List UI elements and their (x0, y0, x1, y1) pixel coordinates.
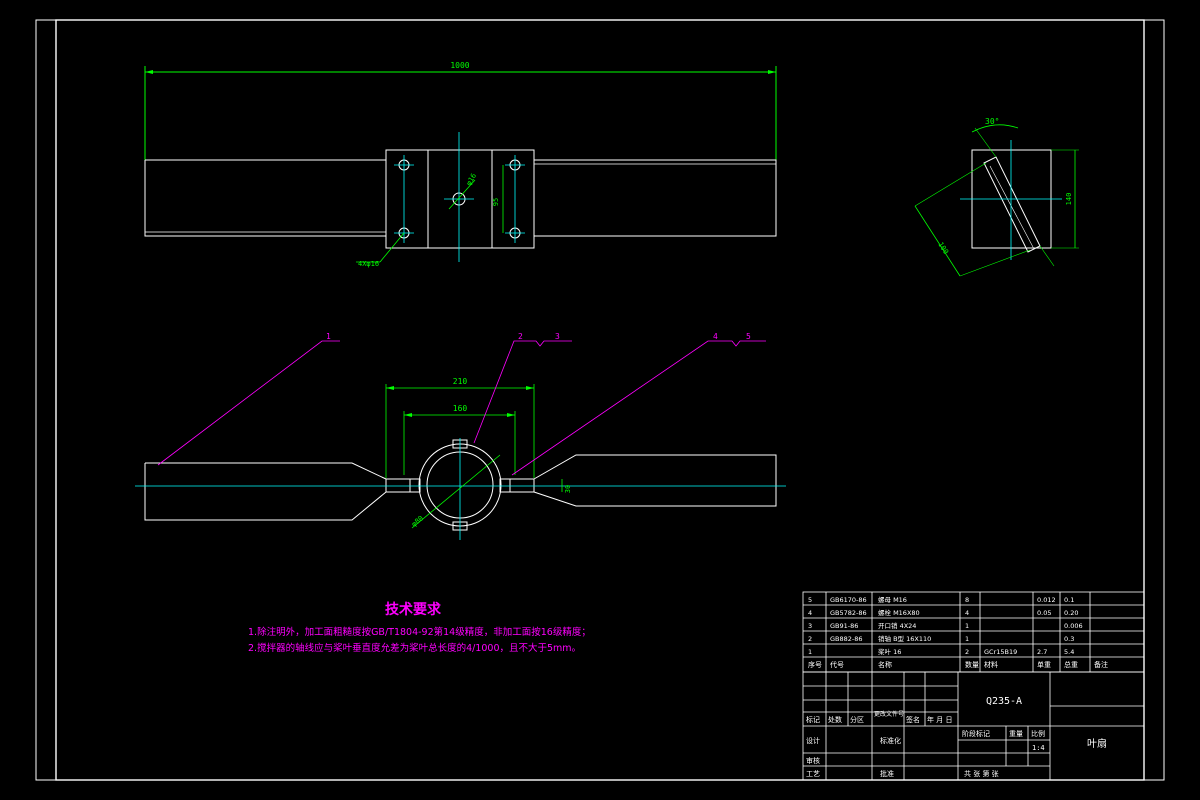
bom-cell-qty: 1 (965, 635, 969, 643)
notes-title: 技术要求 (385, 601, 442, 618)
label-design: 设计 (806, 736, 820, 745)
bom-header-qty: 数量 (965, 660, 979, 669)
sheet-count: 共 张 第 张 (964, 769, 999, 778)
dim-ring-diameter: φ80 (410, 514, 425, 528)
bom-cell-qty: 1 (965, 622, 969, 630)
bom-cell-total: 0.20 (1064, 609, 1078, 617)
dim-width-inner: 160 (453, 404, 468, 413)
dim-width-outer: 210 (453, 377, 468, 386)
row-label-mark: 标记 (806, 715, 820, 724)
bom-cell-material: GCr15B19 (984, 648, 1017, 656)
bom-cell-unit: 0.05 (1037, 609, 1051, 617)
bom-header-remark: 备注 (1094, 660, 1108, 669)
bom-cell-no: 5 (808, 596, 812, 604)
dim-hole-spacing: 95 (492, 198, 500, 206)
dim-overall-length: 1000 (450, 61, 469, 70)
bom-cell-no: 1 (808, 648, 812, 656)
row-label-count: 处数 (828, 715, 842, 724)
bom-cell-qty: 8 (965, 596, 969, 604)
technical-notes: 技术要求 1.除注明外，加工面粗糙度按GB/T1804-92第14级精度，非加工… (248, 601, 591, 654)
label-standard: 标准化 (880, 736, 901, 745)
bom-cell-code: GB5782-86 (830, 609, 867, 617)
balloon-5: 5 (746, 332, 751, 341)
bom-cell-total: 0.3 (1064, 635, 1074, 643)
front-view: 210 160 30 φ80 1 2 3 4 5 (135, 332, 786, 540)
title-block (802, 671, 1145, 781)
bom-header-code: 代号 (830, 660, 844, 669)
bom-cell-code: GB882-86 (830, 635, 863, 643)
balloon-1: 1 (326, 332, 331, 341)
scale-value: 1:4 (1032, 744, 1045, 752)
bom-header-material: 材料 (984, 660, 998, 669)
material-label: Q235-A (986, 696, 1022, 707)
row-label-change: 更改文件号 (874, 710, 904, 718)
balloon-3: 3 (555, 332, 560, 341)
balloon-4: 4 (713, 332, 718, 341)
bom-cell-qty: 4 (965, 609, 969, 617)
bom-header-name: 名称 (878, 660, 892, 669)
bom-cell-name: 螺母 M16 (878, 595, 907, 604)
label-stage: 阶段标记 (962, 729, 990, 738)
label-review: 审核 (806, 756, 820, 765)
label-scale: 比例 (1031, 729, 1045, 738)
bom-header-total: 总重 (1064, 660, 1078, 669)
bom-table (802, 591, 1145, 673)
bom-cell-total: 0.1 (1064, 596, 1074, 604)
dim-side-diagonal: 100 (936, 241, 950, 256)
bom-cell-no: 3 (808, 622, 812, 630)
drawing-sheet: 1000 95 φ16 4Xφ16 140 30° 100 210 160 30… (35, 19, 1165, 781)
bom-text: 5 GB6170-86 螺母 M16 8 0.012 0.1 4 GB5782-86 螺栓 M1… (808, 595, 1108, 669)
top-view: 1000 95 φ16 4Xφ16 (144, 61, 777, 268)
bom-cell-total: 0.006 (1064, 622, 1083, 630)
balloon-2: 2 (518, 332, 523, 341)
bom-cell-name: 桨叶 16 (878, 647, 901, 656)
label-process: 工艺 (806, 770, 820, 778)
bom-cell-code: GB91-86 (830, 622, 858, 630)
label-approve: 批准 (880, 769, 894, 778)
bom-cell-no: 4 (808, 609, 812, 617)
notes-line-1: 1.除注明外，加工面粗糙度按GB/T1804-92第14级精度，非加工面按16级… (248, 626, 591, 638)
bom-cell-total: 5.4 (1064, 648, 1074, 656)
dim-side-height: 140 (1065, 193, 1073, 206)
row-label-date: 年 月 日 (927, 715, 952, 724)
bom-cell-name: 销轴 B型 16X110 (878, 634, 931, 643)
bom-cell-name: 开口销 4X24 (878, 621, 916, 630)
bom-cell-code: GB6170-86 (830, 596, 867, 604)
bom-cell-unit: 2.7 (1037, 648, 1047, 656)
label-weight: 重量 (1009, 730, 1023, 738)
drawing-name: 叶扇 (1087, 737, 1107, 750)
bom-cell-qty: 2 (965, 648, 969, 656)
row-label-sign: 签名 (906, 715, 920, 724)
dim-angle: 30° (985, 117, 999, 126)
inner-frame (55, 19, 1145, 781)
bom-cell-name: 螺栓 M16X80 (878, 608, 920, 617)
bom-header-no: 序号 (808, 660, 822, 669)
bom-header-unit: 单重 (1037, 660, 1051, 669)
row-label-zone: 分区 (850, 715, 864, 724)
bom-cell-no: 2 (808, 635, 812, 643)
notes-line-2: 2.搅拌器的轴线应与桨叶垂直度允差为桨叶总长度的4/1000，且不大于5mm。 (248, 642, 581, 654)
dim-thickness: 30 (564, 485, 572, 493)
dim-center-hole: φ16 (465, 172, 478, 187)
dim-hole-callout: 4Xφ16 (358, 260, 379, 268)
side-view: 140 30° 100 (914, 117, 1079, 277)
bom-cell-unit: 0.012 (1037, 596, 1056, 604)
